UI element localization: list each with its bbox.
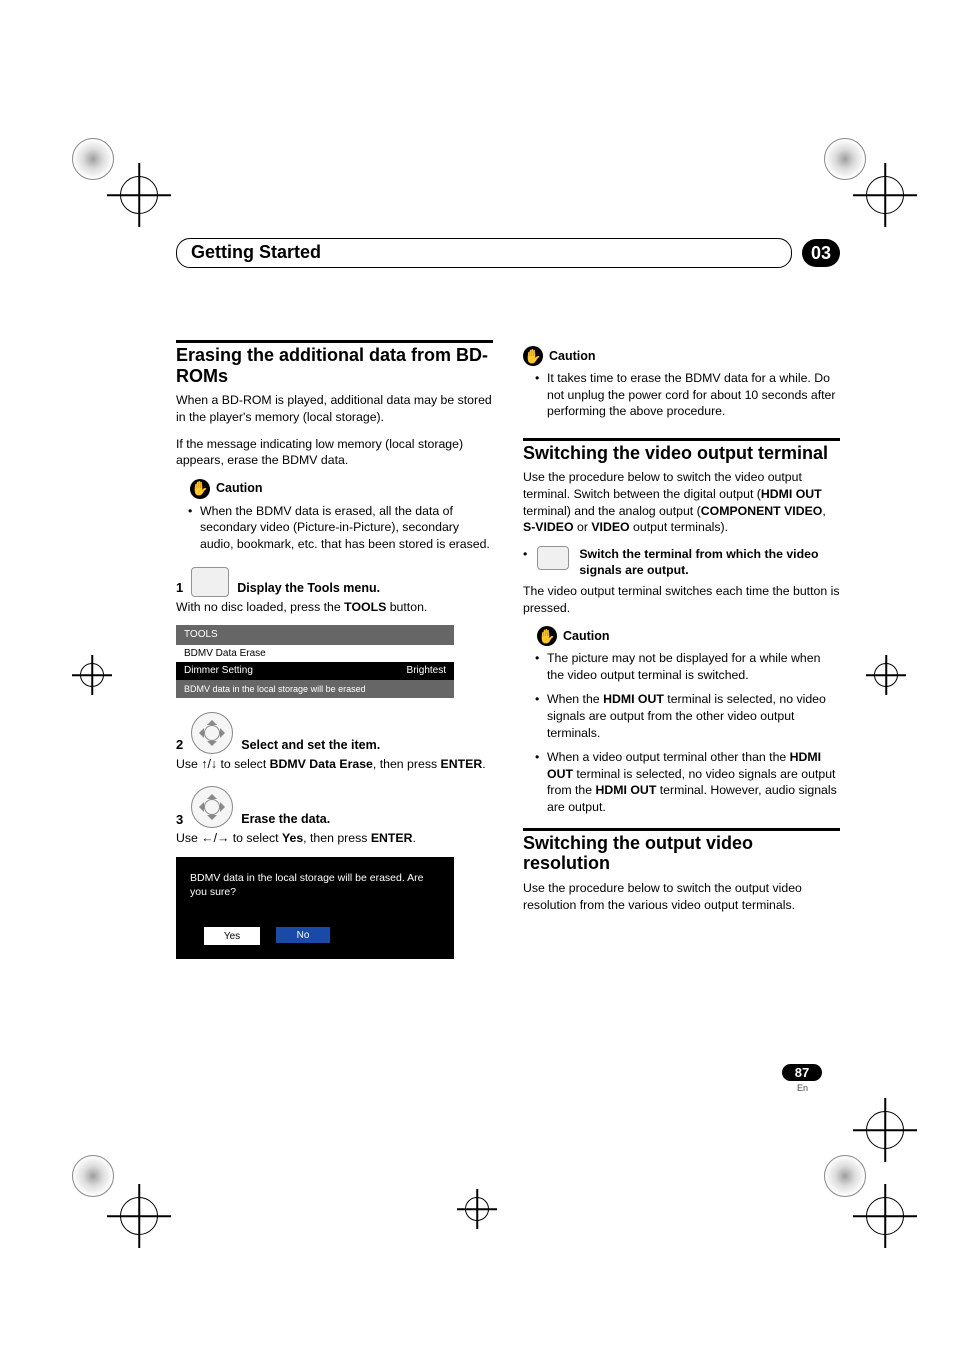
caution-2-item-2: When the HDMI OUT terminal is selected, … — [537, 691, 840, 741]
caution-heading-1: ✋ Caution — [190, 479, 493, 499]
video-select-button-icon — [537, 546, 569, 570]
page-number-badge: 87 En — [750, 1064, 822, 1093]
erase-intro-2: If the message indicating low memory (lo… — [176, 436, 493, 469]
caution-heading-top-right: ✋ Caution — [523, 346, 840, 366]
step-3-row: 3 Erase the data. — [176, 786, 493, 828]
crosshair-r2 — [866, 1111, 904, 1149]
step-2-body: Use ↑/↓ to select BDMV Data Erase, then … — [176, 756, 493, 773]
switch-body: The video output terminal switches each … — [523, 583, 840, 616]
crosshair-br — [866, 1197, 904, 1235]
caution-label: Caution — [563, 628, 610, 645]
caution-1-list: When the BDMV data is erased, all the da… — [176, 503, 493, 553]
tools-menu-footer: BDMV data in the local storage will be e… — [176, 680, 454, 698]
crosshair-tl — [120, 176, 158, 214]
print-corner-bl — [72, 1155, 114, 1197]
erase-intro-1: When a BD-ROM is played, additional data… — [176, 392, 493, 425]
caution-icon: ✋ — [190, 479, 210, 499]
chapter-number: 03 — [811, 243, 831, 264]
caution-label: Caution — [216, 480, 263, 497]
tools-menu-title: TOOLS — [176, 625, 454, 645]
section-switch-terminal: Switching the video output terminal — [523, 438, 840, 464]
caution-1-item: When the BDMV data is erased, all the da… — [190, 503, 493, 553]
caution-2-item-3: When a video output terminal other than … — [537, 749, 840, 815]
page-language: En — [750, 1083, 822, 1093]
right-column: ✋ Caution It takes time to erase the BDM… — [523, 340, 840, 959]
caution-icon: ✋ — [537, 626, 557, 646]
step-2-num: 2 — [176, 736, 183, 754]
tools-menu-screenshot: TOOLS BDMV Data Erase Dimmer Setting Bri… — [176, 625, 454, 698]
step-2-text: Select and set the item. — [241, 737, 380, 754]
step-3-text: Erase the data. — [241, 811, 330, 828]
register-bottom — [465, 1197, 489, 1221]
step-1-body: With no disc loaded, press the TOOLS but… — [176, 599, 493, 616]
section-erasing-bdrom: Erasing the additional data from BD-ROMs — [176, 340, 493, 386]
caution-top-list: It takes time to erase the BDMV data for… — [523, 370, 840, 420]
step-1-row: 1 Display the Tools menu. — [176, 567, 493, 597]
step-3-body: Use ←/→ to select Yes, then press ENTER. — [176, 830, 493, 847]
caution-heading-2: ✋ Caution — [537, 626, 840, 646]
section-switch-resolution: Switching the output video resolution — [523, 828, 840, 874]
step-1-num: 1 — [176, 579, 183, 597]
dialog-no-button: No — [276, 927, 330, 943]
right-arrow-icon: → — [217, 831, 229, 845]
caution-top-item: It takes time to erase the BDMV data for… — [537, 370, 840, 420]
switch-bullet-label: Switch the terminal from which the video… — [579, 546, 840, 579]
tools-button-icon — [191, 567, 229, 597]
switch-terminal-intro: Use the procedure below to switch the vi… — [523, 469, 840, 535]
step-2-row: 2 Select and set the item. — [176, 712, 493, 754]
chapter-number-badge: 03 — [802, 239, 840, 267]
left-column: Erasing the additional data from BD-ROMs… — [176, 340, 493, 959]
crosshair-bl — [120, 1197, 158, 1235]
page-number: 87 — [782, 1064, 822, 1081]
caution-2-item-1: The picture may not be displayed for a w… — [537, 650, 840, 683]
left-arrow-icon: ← — [201, 831, 213, 845]
dialog-message: BDMV data in the local storage will be e… — [190, 871, 440, 899]
dpad-icon-2 — [191, 786, 233, 828]
caution-label: Caution — [549, 348, 596, 365]
step-3-num: 3 — [176, 811, 183, 829]
caution-icon: ✋ — [523, 346, 543, 366]
switch-resolution-intro: Use the procedure below to switch the ou… — [523, 880, 840, 913]
print-corner-br — [824, 1155, 866, 1197]
tools-menu-row-2: Dimmer Setting Brightest — [176, 662, 454, 680]
dpad-icon — [191, 712, 233, 754]
tools-menu-row-selected: BDMV Data Erase — [176, 645, 454, 663]
chapter-title-pill: Getting Started — [176, 238, 792, 268]
register-left — [80, 663, 104, 687]
confirm-dialog-screenshot: BDMV data in the local storage will be e… — [176, 857, 454, 959]
caution-2-list: The picture may not be displayed for a w… — [523, 650, 840, 815]
crosshair-tr — [866, 176, 904, 214]
step-1-text: Display the Tools menu. — [237, 580, 380, 597]
chapter-header: Getting Started 03 — [176, 238, 840, 268]
print-corner-tl — [72, 138, 114, 180]
dialog-yes-button: Yes — [204, 927, 260, 945]
print-corner-tr — [824, 138, 866, 180]
register-right — [874, 663, 898, 687]
chapter-title: Getting Started — [191, 242, 321, 262]
